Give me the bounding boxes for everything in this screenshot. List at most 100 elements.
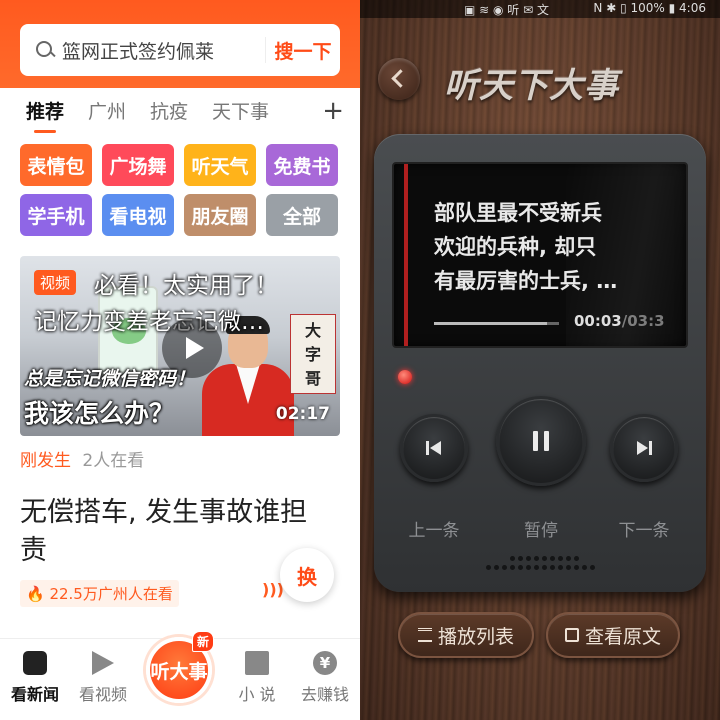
sign-char: 字 xyxy=(305,345,322,364)
chip-tv[interactable]: 看电视 xyxy=(102,194,174,236)
news-text-line: 有最厉害的士兵, … xyxy=(434,269,618,293)
nav-listen-news[interactable]: 听大事 新 xyxy=(146,631,214,703)
chip-learn-phone[interactable]: 学手机 xyxy=(20,194,92,236)
status-bar: ▣ ≋ ◉ 听 ✉ 文 N ✱ ▯ 100% ▮ 4:06 xyxy=(360,0,720,18)
skip-next-icon xyxy=(637,441,652,455)
speaker-grille xyxy=(486,552,596,582)
next-label: 下一条 xyxy=(618,521,670,541)
speaker-hole xyxy=(574,565,579,570)
search-input[interactable]: 篮网正式签约佩莱 xyxy=(62,37,265,64)
chip-emoji[interactable]: 表情包 xyxy=(20,144,92,186)
video-icon xyxy=(92,651,114,675)
add-tab-icon[interactable]: + xyxy=(322,96,344,126)
video-card[interactable]: 大 字 哥 视频 必看！太实用了！ 记忆力变差老忘记微… 总是忘记微信密码！ 我… xyxy=(20,256,340,436)
shortcut-grid: 表情包 广场舞 听天气 免费书 学手机 看电视 朋友圈 全部 xyxy=(20,144,340,236)
speaker-hole xyxy=(558,556,563,561)
presenter-sign: 大 字 哥 xyxy=(290,314,336,394)
speaker-hole xyxy=(590,565,595,570)
speaker-hole xyxy=(542,565,547,570)
speaker-hole xyxy=(574,556,579,561)
video-caption-line2: 我该怎么办？ xyxy=(24,399,175,428)
chip-free-books[interactable]: 免费书 xyxy=(266,144,338,186)
new-badge: 新 xyxy=(191,631,214,652)
view-original-label: 查看原文 xyxy=(584,625,661,648)
chip-square-dance[interactable]: 广场舞 xyxy=(102,144,174,186)
speaker-hole xyxy=(518,565,523,570)
tab-recommend[interactable]: 推荐 xyxy=(26,97,64,133)
speaker-hole xyxy=(510,565,515,570)
time-current: 00:03 xyxy=(574,312,622,330)
speaker-hole xyxy=(550,556,555,561)
app-header: 篮网正式签约佩莱 搜一下 xyxy=(0,0,360,88)
status-icons-right: N ✱ ▯ 100% ▮ 4:06 xyxy=(593,1,706,15)
skip-previous-icon xyxy=(426,441,441,455)
pause-icon xyxy=(533,431,549,451)
chip-weather[interactable]: 听天气 xyxy=(184,144,256,186)
speaker-hole xyxy=(582,565,587,570)
search-icon xyxy=(34,39,56,61)
chip-all[interactable]: 全部 xyxy=(266,194,338,236)
view-original-button[interactable]: 查看原文 xyxy=(546,612,680,658)
speaker-hole xyxy=(502,565,507,570)
speaker-hole xyxy=(526,565,531,570)
nav-earn-label: 去赚钱 xyxy=(300,685,349,704)
news-app-pane: 篮网正式签约佩莱 搜一下 推荐 广州 抗疫 天下事 + 表情包 广场舞 听天气 … xyxy=(0,0,360,720)
next-button[interactable] xyxy=(610,414,678,482)
nav-novel-label: 小 说 xyxy=(238,685,276,704)
speaker-hole xyxy=(558,565,563,570)
document-icon xyxy=(564,628,579,642)
yen-icon: ¥ xyxy=(313,651,337,675)
chip-moments[interactable]: 朋友圈 xyxy=(184,194,256,236)
previous-label: 上一条 xyxy=(408,521,460,541)
search-bar[interactable]: 篮网正式签约佩莱 搜一下 xyxy=(20,24,340,76)
speaker-hole xyxy=(566,556,571,561)
playlist-button[interactable]: 播放列表 xyxy=(398,612,534,658)
video-title-line2: 记忆力变差老忘记微… xyxy=(34,309,264,335)
nav-news[interactable]: 看新闻 xyxy=(0,651,70,705)
refresh-button[interactable]: 换 xyxy=(280,548,334,602)
pause-label: 暂停 xyxy=(524,521,558,541)
search-button[interactable]: 搜一下 xyxy=(266,37,340,64)
progress-fill xyxy=(434,322,547,325)
speaker-hole xyxy=(494,565,499,570)
video-title-line1: 必看！太实用了！ xyxy=(94,273,278,299)
speaker-hole xyxy=(542,556,547,561)
progress-track[interactable] xyxy=(434,322,559,325)
speaker-hole xyxy=(526,556,531,561)
feed-divider xyxy=(0,480,360,488)
nav-listen-label: 听大事 xyxy=(150,660,208,683)
player-title: 听天下大事 xyxy=(444,66,619,106)
news-player-pane: ▣ ≋ ◉ 听 ✉ 文 N ✱ ▯ 100% ▮ 4:06 听天下大事 部队里最… xyxy=(360,0,720,720)
sign-char: 哥 xyxy=(305,369,322,388)
speaker-hole xyxy=(534,565,539,570)
video-status: 刚发生 xyxy=(20,451,71,471)
news-text-line: 欢迎的兵种, 却只 xyxy=(434,235,597,259)
nav-novel[interactable]: 小 说 xyxy=(222,651,292,705)
nav-news-label: 看新闻 xyxy=(10,685,59,704)
playlist-label: 播放列表 xyxy=(437,625,514,648)
speaker-hole xyxy=(550,565,555,570)
book-icon xyxy=(245,651,269,675)
nav-video[interactable]: 看视频 xyxy=(68,651,138,705)
tab-world-news[interactable]: 天下事 xyxy=(212,97,269,124)
news-text-line: 部队里最不受新兵 xyxy=(434,201,602,225)
news-icon xyxy=(23,651,47,675)
speaker-hole xyxy=(518,556,523,561)
article-viewers: 🔥 22.5万广州人在看 xyxy=(20,580,179,607)
tab-guangzhou[interactable]: 广州 xyxy=(88,97,126,124)
back-button[interactable] xyxy=(378,58,420,100)
list-icon xyxy=(417,628,432,642)
time-display: 00:03/03:3 xyxy=(574,312,665,330)
tab-anti-epidemic[interactable]: 抗疫 xyxy=(150,97,188,124)
speaker-hole xyxy=(534,556,539,561)
video-viewers: 2人在看 xyxy=(82,451,145,471)
video-meta: 刚发生 2人在看 xyxy=(20,446,144,471)
article-headline[interactable]: 无偿搭车, 发生事故谁担责 xyxy=(20,494,320,570)
sign-char: 大 xyxy=(305,321,322,340)
previous-button[interactable] xyxy=(400,414,468,482)
nav-earn[interactable]: ¥ 去赚钱 xyxy=(290,651,360,705)
player-device: 部队里最不受新兵 欢迎的兵种, 却只 有最厉害的士兵, … 00:03/03:3 xyxy=(374,134,706,592)
category-tabs: 推荐 广州 抗疫 天下事 + xyxy=(0,88,360,133)
video-duration: 02:17 xyxy=(275,404,330,424)
pause-button[interactable] xyxy=(496,396,586,486)
